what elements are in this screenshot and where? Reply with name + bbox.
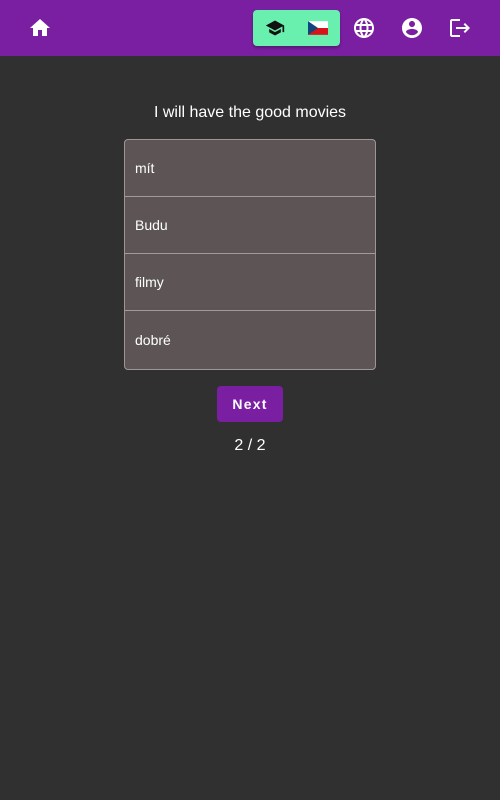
progress-counter: 2 / 2 [234,437,266,454]
account-button[interactable] [392,8,432,48]
globe-icon [354,18,374,38]
word-option[interactable]: Budu [125,197,375,254]
school-icon [265,20,284,36]
language-button[interactable] [344,8,384,48]
account-circle-icon [402,18,422,38]
logout-icon [450,19,470,37]
word-option[interactable]: dobré [125,311,375,369]
learn-mode-button[interactable] [253,10,297,46]
exercise-prompt: I will have the good movies [153,104,347,121]
language-flag-button[interactable] [297,10,341,46]
app-toolbar [0,0,500,56]
word-option[interactable]: mít [125,140,375,197]
home-button[interactable] [20,8,60,48]
home-icon [30,19,50,36]
logout-button[interactable] [440,8,480,48]
mode-language-toggle [253,10,340,46]
czech-flag-icon [308,21,329,35]
word-option[interactable]: filmy [125,254,375,311]
word-order-list: mít Budu filmy dobré [124,139,376,370]
next-button[interactable]: Next [217,386,283,422]
